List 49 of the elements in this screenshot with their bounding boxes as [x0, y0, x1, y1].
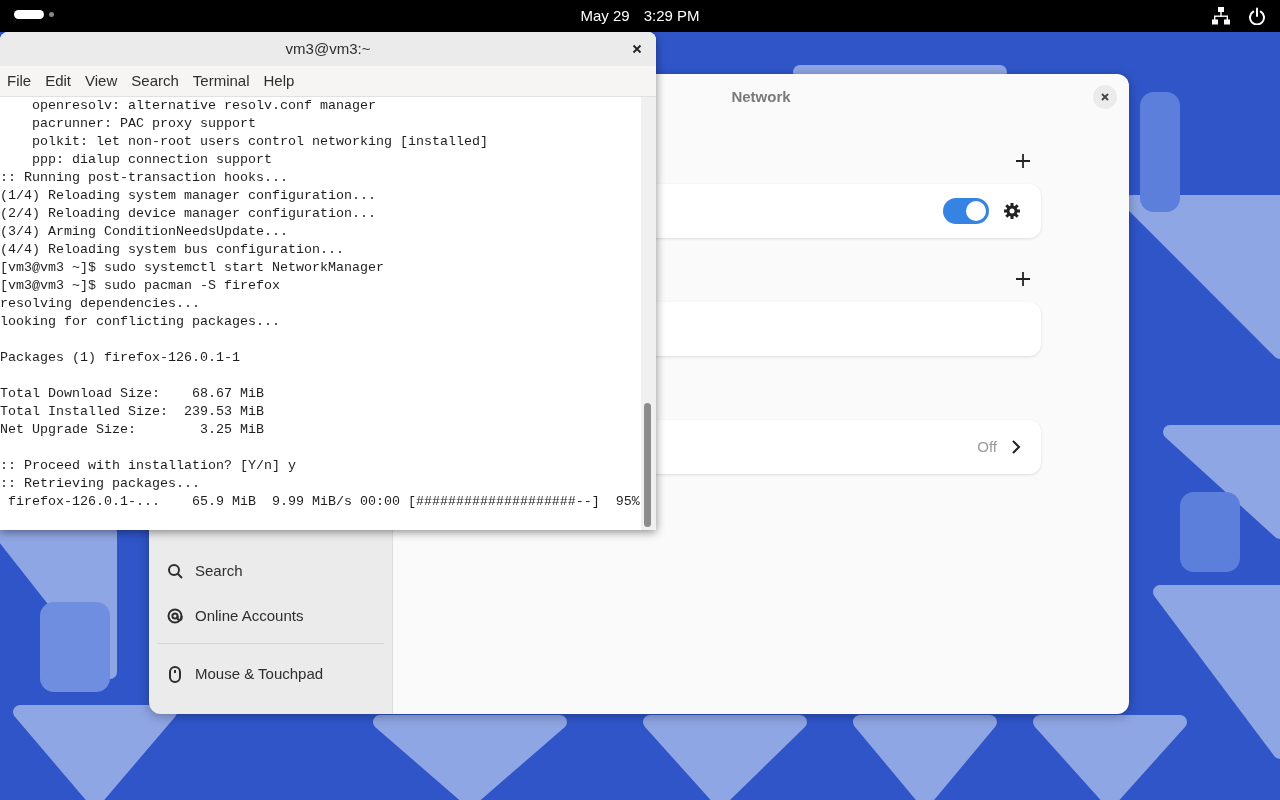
- status-value: Off: [977, 436, 997, 457]
- chevron-right-icon: [1011, 439, 1021, 455]
- terminal-line: (4/4) Reloading system bus configuration...: [0, 241, 345, 259]
- window-title: vm3@vm3:~: [285, 38, 371, 59]
- terminal-line: Total Installed Size: 239.53 MiB: [0, 403, 265, 421]
- menu-item[interactable]: Edit: [38, 69, 79, 93]
- terminal-line: Total Download Size: 68.67 MiB: [0, 385, 265, 403]
- terminal-line: Packages (1) firefox-126.0.1-1: [0, 349, 241, 367]
- menu-item[interactable]: Terminal: [185, 69, 257, 93]
- terminal-line: (2/4) Reloading device manager configuration...: [0, 205, 377, 223]
- sidebar-item[interactable]: Online Accounts: [157, 594, 384, 639]
- terminal-line: looking for conflicting packages...: [0, 313, 281, 331]
- window-title: Network: [731, 86, 791, 107]
- settings-icon[interactable]: [1003, 202, 1021, 220]
- menu-item[interactable]: Search: [124, 69, 186, 93]
- terminal-line: openresolv: alternative resolv.conf manager: [31, 97, 377, 115]
- terminal-line: ppp: dialup connection support: [31, 151, 273, 169]
- power-icon[interactable]: [1248, 7, 1266, 25]
- close-icon: [1100, 92, 1110, 102]
- time-label[interactable]: 3:29 PM: [643, 4, 700, 28]
- toggle-switch[interactable]: [943, 198, 989, 224]
- network-icon[interactable]: [1212, 7, 1230, 25]
- date-label[interactable]: May 29: [580, 4, 630, 28]
- menu-item[interactable]: Help: [256, 69, 302, 93]
- terminal-line: :: Retrieving packages...: [0, 475, 201, 493]
- menu-item[interactable]: View: [78, 69, 125, 93]
- scrollbar-thumb[interactable]: [644, 403, 651, 527]
- search-icon: [167, 563, 183, 580]
- close-button[interactable]: [1093, 85, 1117, 109]
- terminal-line: Net Upgrade Size: 3.25 MiB: [0, 421, 265, 439]
- sidebar-item[interactable]: Mouse & Touchpad: [157, 652, 384, 697]
- terminal-line: (3/4) Arming ConditionNeedsUpdate...: [0, 223, 289, 241]
- terminal-line: :: Proceed with installation? [Y/n] y: [0, 457, 297, 475]
- add-button[interactable]: [1014, 270, 1032, 288]
- mouse-icon: [167, 666, 183, 683]
- terminal-line: [vm3@vm3 ~]$ sudo systemctl start NetworkManager: [0, 259, 385, 277]
- menu-item[interactable]: File: [0, 69, 39, 93]
- terminal-line: (1/4) Reloading system manager configuration...: [0, 187, 377, 205]
- workspace-indicator[interactable]: [14, 10, 54, 19]
- terminal-line: :: Running post-transaction hooks...: [0, 169, 289, 187]
- terminal-line: resolving dependencies...: [0, 295, 201, 313]
- terminal-line: firefox-126.0.1-... 65.9 MiB 9.99 MiB/s 00:00 [####################--] 95%: [7, 493, 641, 511]
- terminal-line: polkit: let non-root users control networking [installed]: [31, 133, 489, 151]
- at-sign-icon: [167, 608, 183, 625]
- terminal-line: pacrunner: PAC proxy support: [31, 115, 257, 133]
- add-button[interactable]: [1014, 152, 1032, 170]
- terminal-line: [vm3@vm3 ~]$ sudo pacman -S firefox: [0, 277, 281, 295]
- sidebar-item[interactable]: Search: [157, 549, 384, 594]
- close-icon: [632, 44, 642, 54]
